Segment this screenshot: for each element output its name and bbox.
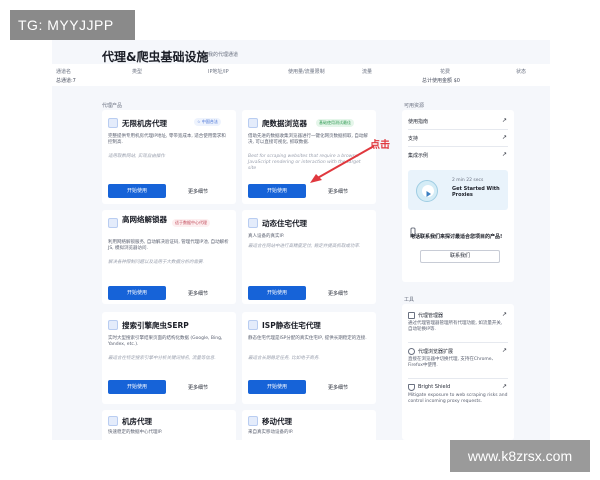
start-button[interactable]: 开始使用 (108, 184, 166, 198)
card-badge: 基础使用测试最佳 (316, 119, 354, 127)
tool-desc: 通过代理管理器管理所有代理功能, 如流量开关, 自动轮换IP等. (408, 321, 503, 332)
start-button[interactable]: 开始使用 (248, 380, 306, 394)
card-hint: 最适合在特定搜索引擎中分析关键词排名, 流量等信息. (108, 356, 216, 361)
product-card-serp: 搜索引擎爬虫SERP 实时大型搜索引擎结果页面的结构化数据 (Google, B… (102, 312, 236, 404)
start-button[interactable]: 开始使用 (108, 380, 166, 394)
product-card-mobile: 移动代理 来自真实移动设备的IP. (242, 410, 376, 440)
card-hint: 最适合在网站中进行高精度定位, 稳定并提高抓取成功率. (248, 244, 361, 249)
page-subtitle[interactable]: 我的代理通道 (208, 51, 238, 58)
card-desc: 完整提供专用机房代理IP地址, 零带宽成本, 适合使用需求和控制高. (108, 134, 226, 145)
proxy-manager-icon (408, 312, 415, 319)
play-icon[interactable] (422, 185, 434, 197)
total-spend: 总计使用金额 $0 (422, 78, 460, 84)
external-link-icon: ↗ (502, 151, 508, 158)
external-link-icon: ↗ (502, 134, 508, 141)
card-title: 动态住宅代理 (262, 219, 307, 228)
col-header: 类型 (132, 69, 143, 75)
more-details-link[interactable]: 更多细节 (328, 384, 348, 391)
product-card-datacenter: 机房代理 快速稳定的数据中心代理IP. (102, 410, 236, 440)
phone-icon (408, 222, 418, 237)
col-header: 流量 (362, 69, 373, 75)
tool-browser-extension[interactable]: 代理浏览器扩展 (418, 348, 453, 355)
tool-desc: 直接在浏览器中切换代理, 支持在Chrome、Firefox中使用. (408, 357, 497, 368)
card-title: 高网络解锁器 (122, 215, 167, 224)
card-desc: 静态住宅代理是ISP分配的真实住宅IP, 提供长期稳定的连接. (248, 336, 367, 341)
contact-button[interactable]: 联系我们 (420, 250, 500, 263)
resources-panel: 使用指南 ↗ 支持 ↗ 集成示例 ↗ 2 min 22 secs Get Sta… (402, 110, 514, 282)
search-icon (108, 320, 118, 330)
card-title: 搜索引擎爬虫SERP (122, 321, 189, 330)
section-products: 代理产品 (102, 103, 123, 109)
tools-panel: 代理管理器 ↗ 通过代理管理器管理所有代理功能, 如流量开关, 自动轮换IP等.… (402, 304, 514, 440)
col-header: 通道名 (56, 69, 72, 75)
tool-proxy-manager[interactable]: 代理管理器 (418, 312, 443, 319)
external-link-icon: ↗ (502, 383, 508, 390)
shield-icon (408, 384, 415, 391)
browser-icon (248, 118, 258, 128)
external-link-icon: ↗ (502, 347, 508, 354)
col-header: 花费 (440, 69, 451, 75)
watermark-top-left: TG: MYYJJPP (10, 10, 135, 40)
more-details-link[interactable]: 更多细节 (328, 290, 348, 297)
card-desc: 利用网络解锁服务, 自动解决验证码, 管理代理IP池, 自动解析JS, 模拟浏览… (108, 240, 229, 251)
more-details-link[interactable]: 更多细节 (188, 188, 208, 195)
product-card-dc-unlimited: 无限机房代理 ☆ 中国合法 完整提供专用机房代理IP地址, 零带宽成本, 适合使… (102, 110, 236, 204)
card-title: 机房代理 (122, 417, 152, 426)
contact-text: 电话联系我们来探讨最适合您项目的产品! (410, 234, 503, 240)
section-resources: 可用资源 (404, 103, 425, 109)
building-icon (248, 320, 258, 330)
server-icon (108, 416, 118, 426)
card-title: 无限机房代理 (122, 119, 167, 128)
divider (408, 342, 508, 343)
product-card-residential: 动态住宅代理 真人设备的真实IP. 最适合在网站中进行高精度定位, 稳定并提高抓… (242, 210, 376, 304)
video-duration: 2 min 22 secs (452, 178, 484, 183)
unlock-icon (108, 218, 118, 228)
col-header: 使用量/流量限制 (288, 69, 325, 75)
tool-desc: Mitigate exposure to web scraping risks … (408, 393, 508, 404)
card-hint: 解决各种限制问题以及适用于大数据分析的需要. (108, 260, 204, 265)
mobile-icon (248, 416, 258, 426)
card-hint: 适用取数网站, 实现自由操作 (108, 154, 165, 159)
more-details-link[interactable]: 更多细节 (188, 384, 208, 391)
card-desc: 来自真实移动设备的IP. (248, 430, 294, 435)
watermark-bottom-right: www.k8zrsx.com (450, 440, 590, 472)
external-link-icon: ↗ (502, 117, 508, 124)
col-header: 状态 (516, 69, 527, 75)
resource-link-guide[interactable]: 使用指南 (408, 118, 428, 125)
card-badge: ☆ 中国合法 (194, 118, 221, 126)
resource-link-support[interactable]: 支持 (408, 135, 418, 142)
section-tools: 工具 (404, 297, 415, 303)
annotation-arrow (310, 145, 375, 183)
card-title: 移动代理 (262, 417, 292, 426)
card-badge: 适于数据中心代理 (172, 219, 210, 227)
more-details-link[interactable]: 更多细节 (188, 290, 208, 297)
product-card-isp: ISP静态住宅代理 静态住宅代理是ISP分配的真实住宅IP, 提供长期稳定的连接… (242, 312, 376, 404)
external-link-icon: ↗ (502, 311, 508, 318)
start-button[interactable]: 开始使用 (248, 184, 306, 198)
video-title: Get Started With Proxies (452, 186, 500, 198)
start-button[interactable]: 开始使用 (108, 286, 166, 300)
divider (408, 378, 508, 379)
resource-link-integrations[interactable]: 集成示例 (408, 152, 428, 159)
page-title: 代理&爬虫基础设施 (102, 50, 209, 64)
card-desc: 真人设备的真实IP. (248, 234, 285, 239)
server-icon (108, 118, 118, 128)
video-card[interactable]: 2 min 22 secs Get Started With Proxies (408, 170, 508, 210)
card-title: ISP静态住宅代理 (262, 321, 321, 330)
divider (408, 129, 508, 130)
start-button[interactable]: 开始使用 (248, 286, 306, 300)
product-card-web-unlocker: 高网络解锁器 适于数据中心代理 利用网络解锁服务, 自动解决验证码, 管理代理I… (102, 210, 236, 304)
proxy-dashboard: 代理&爬虫基础设施 我的代理通道 通道名 类型 IP地址/IP 使用量/流量限制… (52, 40, 550, 440)
col-header: IP地址/IP (208, 69, 229, 75)
card-desc: 快速稳定的数据中心代理IP. (108, 430, 163, 435)
total-channels: 总通道:7 (56, 78, 76, 84)
channels-table: 通道名 类型 IP地址/IP 使用量/流量限制 流量 花费 状态 总通道:7 总… (52, 64, 550, 86)
browser-extension-icon (408, 348, 415, 355)
card-title: 爬数据浏览器 (262, 119, 307, 128)
card-hint: 最适合长期稳定任务, 比如电子商务. (248, 356, 320, 361)
divider (408, 146, 508, 147)
home-icon (248, 218, 258, 228)
tool-bright-shield[interactable]: Bright Shield (418, 384, 450, 390)
card-desc: 实时大型搜索引擎结果页面的结构化数据 (Google, Bing, Yandex… (108, 336, 223, 347)
